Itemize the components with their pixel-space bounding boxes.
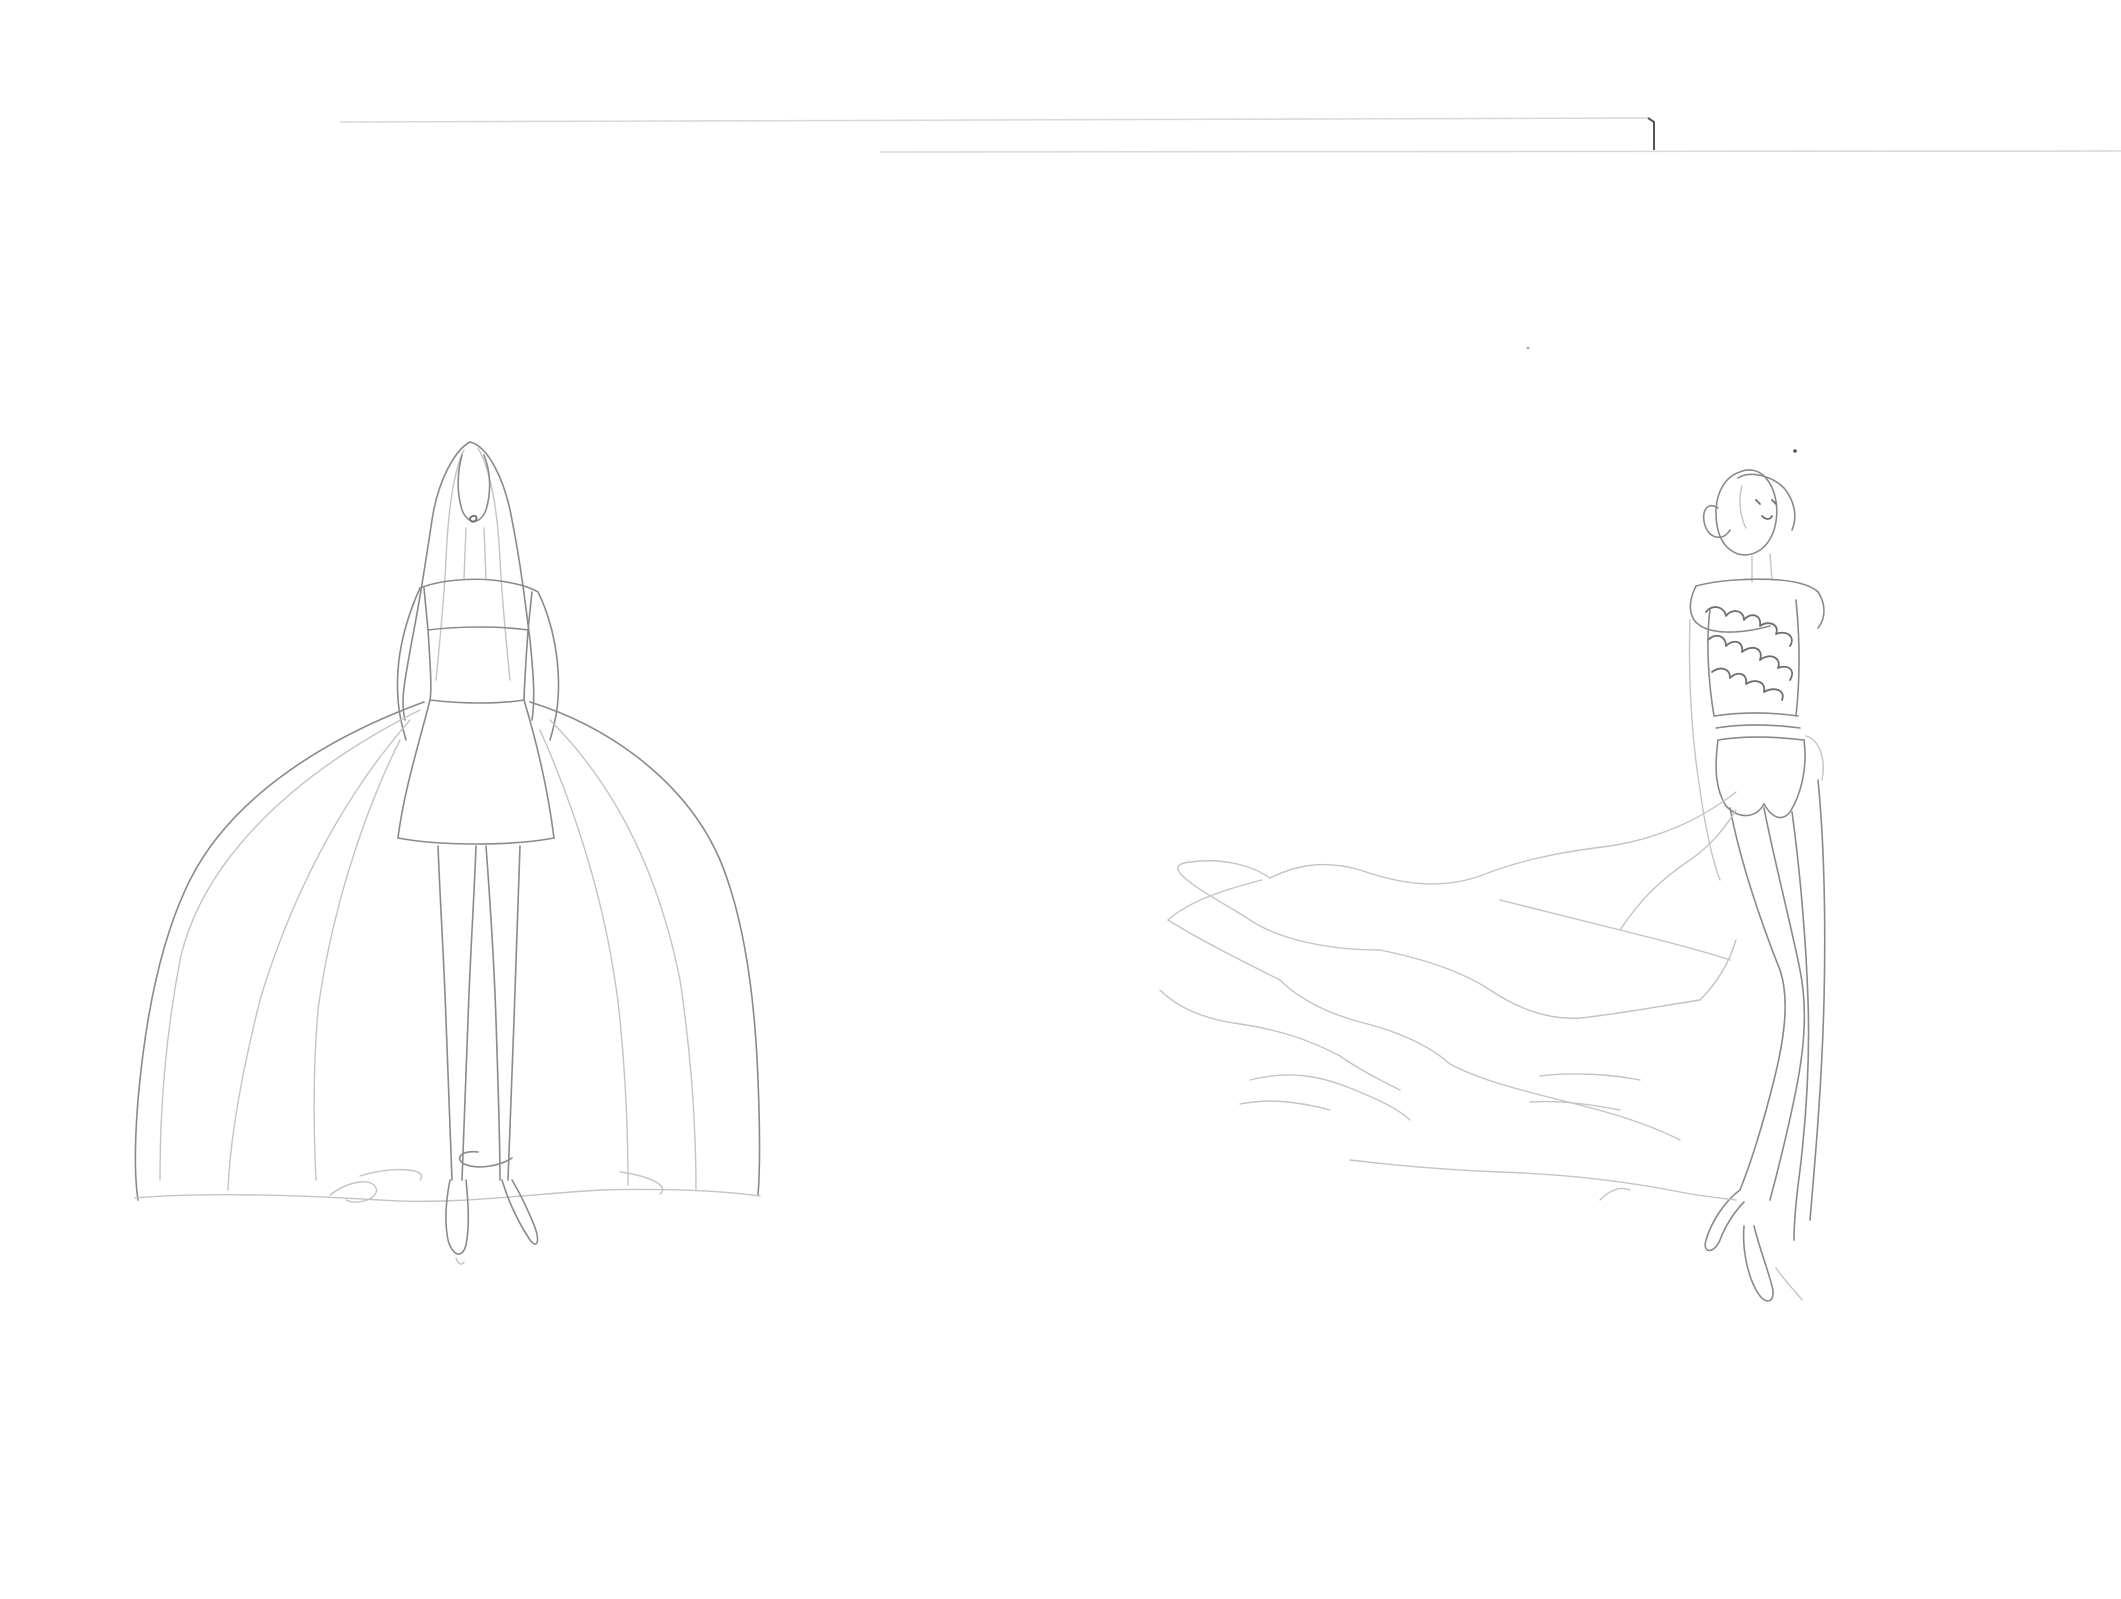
right-leg [485, 845, 501, 1181]
back-leg [1791, 811, 1810, 1241]
face [1755, 499, 1777, 520]
right-arm [537, 591, 560, 741]
ruffle-bodice [1705, 606, 1793, 647]
scanner-edge [339, 117, 2121, 453]
skirt-outline-right [529, 701, 761, 1196]
right-shoe [501, 1179, 539, 1245]
raised-arm [1689, 585, 1771, 633]
train-gown-figure [1159, 469, 1826, 1302]
train-outline-top [1269, 791, 1737, 885]
left-arm [396, 587, 421, 741]
bodice [423, 587, 432, 701]
sketch-page [0, 0, 2121, 1599]
left-shoe [445, 1179, 470, 1255]
waist-band [1713, 712, 1799, 717]
skirt-outline-left [134, 701, 425, 1201]
back-shoe [1742, 1225, 1774, 1302]
sketch-canvas [134, 117, 2121, 1302]
ball-gown-figure [134, 441, 761, 1265]
left-leg [437, 845, 453, 1181]
